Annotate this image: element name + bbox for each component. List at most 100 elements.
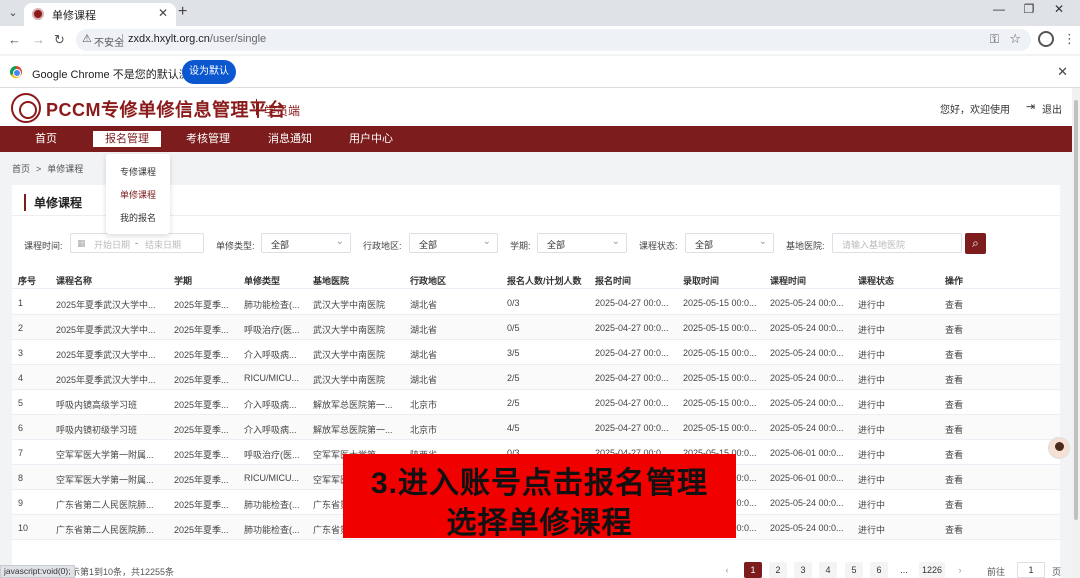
forward-icon[interactable]: → <box>32 32 45 47</box>
cell-enroll-time: 2025-04-27 00:0... <box>595 373 669 383</box>
cell-term: 2025年夏季... <box>174 450 229 460</box>
page-button[interactable]: 2 <box>769 562 787 578</box>
breadcrumb: 首页 > 单修课程 <box>12 162 89 175</box>
page-button[interactable]: 4 <box>819 562 837 578</box>
cell-status: 进行中 <box>858 475 886 485</box>
column-header: 课程时间 <box>770 276 807 286</box>
profile-icon[interactable] <box>1038 31 1054 47</box>
page-button[interactable]: 5 <box>845 562 863 578</box>
cell-admit-time: 2025-05-15 00:0... <box>683 323 757 333</box>
view-link[interactable]: 查看 <box>945 323 963 336</box>
table-header: 序号 课程名称 学期 单修类型 基地医院 行政地区 报名人数/计划人数 报名时间… <box>12 269 1060 289</box>
window-close-icon[interactable]: ✕ <box>1044 2 1074 16</box>
scrollbar-thumb[interactable] <box>1074 100 1078 520</box>
table-row: 6 呼吸内镜初级学习班 2025年夏季... 介入呼吸病... 解放军总医院第一... 北… <box>12 415 1060 440</box>
view-link[interactable]: 查看 <box>945 348 963 361</box>
cell-course-time: 2025-05-24 00:0... <box>770 398 844 408</box>
view-link[interactable]: 查看 <box>945 498 963 511</box>
status-bar-url: javascript:void(0); <box>0 565 75 578</box>
view-link[interactable]: 查看 <box>945 373 963 386</box>
goto-page-input[interactable]: 1 <box>1017 562 1045 578</box>
page-ellipsis[interactable]: ... <box>895 562 913 578</box>
cell-course-time: 2025-05-24 00:0... <box>770 348 844 358</box>
cell-admit-time: 2025-05-15 00:0... <box>683 423 757 433</box>
course-date-range[interactable]: ▦ 开始日期 - 结束日期 <box>70 233 204 253</box>
warning-icon[interactable]: ⚠ <box>82 32 92 45</box>
default-browser-infobar: Google Chrome 不是您的默认浏览器 设为默认 ✕ <box>0 56 1080 88</box>
back-icon[interactable]: ← <box>8 32 21 47</box>
instruction-overlay: 3.进入账号点击报名管理 选择单修课程 <box>343 454 736 540</box>
customer-service-avatar[interactable] <box>1048 437 1070 459</box>
cell-course-name: 广东省第二人民医院肺... <box>56 500 154 510</box>
type-select[interactable]: 全部 ⌄ <box>261 233 351 253</box>
nav-item-enrollment[interactable]: 报名管理 <box>93 131 161 147</box>
column-header: 课程状态 <box>858 276 895 286</box>
search-button[interactable]: ⌕ <box>965 233 986 254</box>
cell-type: 肺功能检查(... <box>244 300 300 310</box>
new-tab-icon[interactable]: + <box>178 3 187 21</box>
cell-type: RICU/MICU... <box>244 373 299 383</box>
page-button[interactable]: 3 <box>794 562 812 578</box>
window-controls: — ❐ ✕ <box>984 2 1074 16</box>
page-button[interactable]: 1226 <box>919 562 945 578</box>
reload-icon[interactable]: ↻ <box>54 32 65 48</box>
tab-close-icon[interactable]: ✕ <box>158 6 168 20</box>
cell-hospital: 武汉大学中南医院 <box>313 325 386 335</box>
tab-search-chevron-icon[interactable]: ⌄ <box>4 4 22 22</box>
next-page-button[interactable]: › <box>951 562 969 578</box>
cell-admit-time: 2025-05-15 00:0... <box>683 398 757 408</box>
cell-course-name: 空军军医大学第一附属... <box>56 475 154 485</box>
browser-tab[interactable]: 单修课程 ✕ <box>24 3 176 26</box>
page-button[interactable]: 6 <box>870 562 888 578</box>
column-header: 行政地区 <box>410 276 447 286</box>
cell-enroll-time: 2025-04-27 00:0... <box>595 348 669 358</box>
breadcrumb-home[interactable]: 首页 <box>12 164 30 174</box>
nav-item-assessment[interactable]: 考核管理 <box>180 126 236 152</box>
view-link[interactable]: 查看 <box>945 398 963 411</box>
nav-item-user-center[interactable]: 用户中心 <box>343 126 399 152</box>
term-select-value: 全部 <box>547 240 566 250</box>
dropdown-item-single-course[interactable]: 单修课程 <box>106 188 170 201</box>
region-select[interactable]: 全部 ⌄ <box>409 233 498 253</box>
hospital-input[interactable]: 请输入基地医院 <box>832 233 962 253</box>
nav-item-home[interactable]: 首页 <box>24 126 68 152</box>
cell-enrollment: 2/5 <box>507 373 520 383</box>
chrome-menu-icon[interactable]: ⋮ <box>1063 31 1076 47</box>
view-link[interactable]: 查看 <box>945 448 963 461</box>
prev-page-button[interactable]: ‹ <box>718 562 736 578</box>
page-button[interactable]: 1 <box>744 562 762 578</box>
term-select[interactable]: 全部 ⌄ <box>537 233 627 253</box>
password-key-icon[interactable]: ⚿ <box>990 32 999 47</box>
cell-hospital: 武汉大学中南医院 <box>313 300 386 310</box>
chevron-down-icon: ⌄ <box>482 236 491 247</box>
nav-item-messages[interactable]: 消息通知 <box>262 126 318 152</box>
restore-icon[interactable]: ❐ <box>1014 2 1044 16</box>
cell-admit-time: 2025-05-15 00:0... <box>683 373 757 383</box>
logout-icon[interactable]: ⇥ <box>1026 100 1035 113</box>
end-date-placeholder: 结束日期 <box>145 240 182 250</box>
main-nav: 首页 报名管理 考核管理 消息通知 用户中心 <box>0 126 1072 152</box>
view-link[interactable]: 查看 <box>945 423 963 436</box>
welcome-text: 您好，欢迎使用 <box>940 105 1010 116</box>
dropdown-item-specialized-course[interactable]: 专修课程 <box>106 165 170 178</box>
logout-link[interactable]: 退出 <box>1042 101 1062 116</box>
url-text[interactable]: zxdx.hxylt.org.cn/user/single <box>128 33 266 45</box>
start-date-placeholder: 开始日期 <box>94 240 131 250</box>
infobar-close-icon[interactable]: ✕ <box>1057 64 1068 80</box>
cell-term: 2025年夏季... <box>174 475 229 485</box>
view-link[interactable]: 查看 <box>945 523 963 536</box>
cell-course-time: 2025-05-24 00:0... <box>770 323 844 333</box>
status-select-value: 全部 <box>695 240 714 250</box>
set-default-button[interactable]: 设为默认 <box>182 60 236 84</box>
view-link[interactable]: 查看 <box>945 298 963 311</box>
minimize-icon[interactable]: — <box>984 2 1014 16</box>
omnibox[interactable]: ⚠ 不安全 zxdx.hxylt.org.cn/user/single ⚿ ☆ <box>76 29 1031 51</box>
cell-region: 湖北省 <box>410 325 438 335</box>
bookmark-star-icon[interactable]: ☆ <box>1009 31 1021 47</box>
status-select[interactable]: 全部 ⌄ <box>685 233 774 253</box>
view-link[interactable]: 查看 <box>945 473 963 486</box>
insecure-label[interactable]: 不安全 <box>94 34 124 49</box>
column-header: 录取时间 <box>683 276 720 286</box>
cell-index: 4 <box>18 373 24 383</box>
dropdown-item-my-enrollment[interactable]: 我的报名 <box>106 211 170 224</box>
